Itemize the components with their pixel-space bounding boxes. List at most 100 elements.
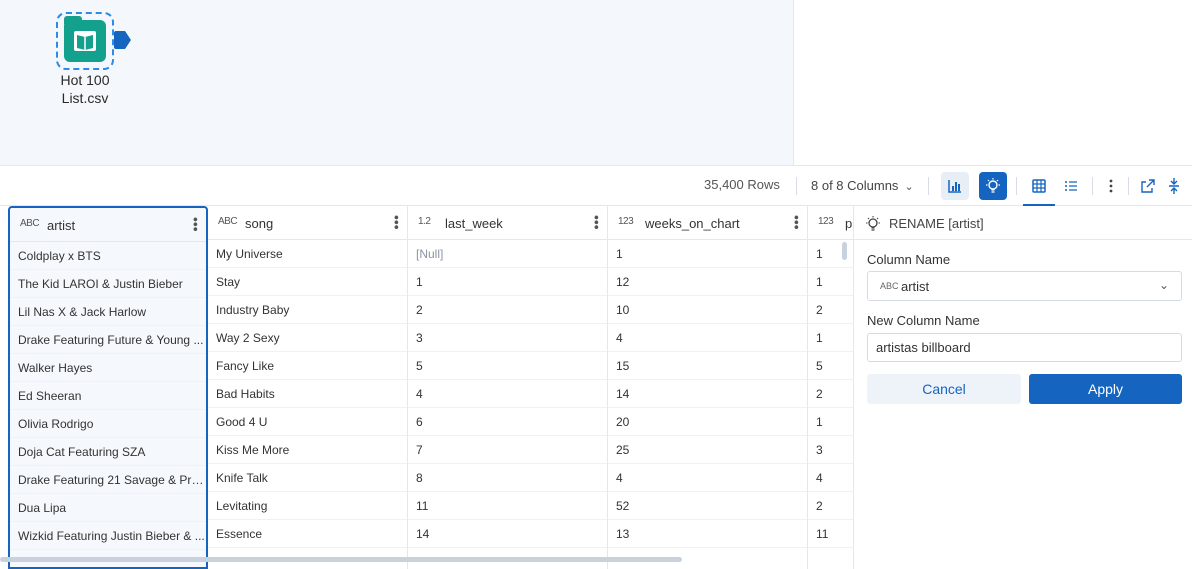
column-last-week[interactable]: 1.2 last_week ••• [Null] 1 2 3 5 4 6 7 8… <box>408 206 608 569</box>
table-cell[interactable]: Walker Hayes <box>10 354 206 382</box>
table-cell[interactable]: 5 <box>808 352 853 380</box>
table-cell[interactable]: 3 <box>808 436 853 464</box>
table-cell[interactable]: Lil Nas X & Jack Harlow <box>10 298 206 326</box>
table-cell[interactable]: 4 <box>608 464 807 492</box>
open-external-icon[interactable] <box>1134 172 1162 200</box>
column-header-label: artist <box>47 218 76 233</box>
table-cell[interactable]: Good 4 U <box>208 408 407 436</box>
table-cell[interactable]: Kiss Me More <box>208 436 407 464</box>
column-artist[interactable]: ABC artist ••• Coldplay x BTS The Kid LA… <box>8 206 208 569</box>
column-header[interactable]: ABC song ••• <box>208 206 407 240</box>
table-cell[interactable]: 6 <box>408 408 607 436</box>
column-header[interactable]: ABC artist ••• <box>10 208 206 242</box>
table-cell[interactable]: 5 <box>408 352 607 380</box>
table-cell[interactable]: 4 <box>808 464 853 492</box>
column-song[interactable]: ABC song ••• My Universe Stay Industry B… <box>208 206 408 569</box>
vertical-scrollbar[interactable] <box>842 242 847 260</box>
table-cell[interactable]: Wizkid Featuring Justin Bieber & ... <box>10 522 206 550</box>
column-menu-icon[interactable]: ••• <box>589 215 605 230</box>
table-cell[interactable]: [Null] <box>408 240 607 268</box>
apply-button[interactable]: Apply <box>1029 374 1182 404</box>
column-header-label: song <box>245 216 274 231</box>
table-cell[interactable]: 14 <box>408 520 607 548</box>
table-cell[interactable]: 1 <box>808 324 853 352</box>
column-header-label: weeks_on_chart <box>645 216 740 231</box>
table-cell[interactable]: 52 <box>608 492 807 520</box>
table-cell[interactable]: Stay <box>208 268 407 296</box>
column-menu-icon[interactable]: ••• <box>188 217 204 232</box>
list-view-icon[interactable] <box>1057 172 1085 200</box>
table-cell[interactable]: 7 <box>408 436 607 464</box>
grid-view-icon[interactable] <box>1025 172 1053 200</box>
column-p[interactable]: 123 p 1 1 2 1 5 2 1 3 4 2 11 <box>808 206 853 569</box>
collapse-icon[interactable] <box>1160 172 1188 200</box>
input-data-tool[interactable] <box>56 12 114 70</box>
table-cell[interactable]: 2 <box>808 380 853 408</box>
divider <box>1092 177 1093 195</box>
column-name-value: artist <box>901 279 930 294</box>
table-cell[interactable]: 12 <box>608 268 807 296</box>
table-cell[interactable]: 11 <box>808 520 853 548</box>
table-cell[interactable]: The Kid LAROI & Justin Bieber <box>10 270 206 298</box>
more-icon[interactable] <box>1097 172 1125 200</box>
table-cell[interactable]: 8 <box>408 464 607 492</box>
integer-type-icon: 123 <box>818 216 834 227</box>
table-cell[interactable]: Knife Talk <box>208 464 407 492</box>
table-cell[interactable]: 3 <box>408 324 607 352</box>
table-cell[interactable]: Essence <box>208 520 407 548</box>
divider <box>1016 177 1017 195</box>
bar-chart-icon[interactable] <box>941 172 969 200</box>
table-cell[interactable]: 1 <box>408 268 607 296</box>
panel-header: RENAME [artist] <box>854 206 1192 240</box>
columns-selector[interactable]: 8 of 8 Columns ⌄ <box>811 178 914 193</box>
table-cell[interactable]: 25 <box>608 436 807 464</box>
table-cell[interactable]: 15 <box>608 352 807 380</box>
divider <box>796 177 797 195</box>
table-cell[interactable]: Doja Cat Featuring SZA <box>10 438 206 466</box>
table-cell[interactable]: Ed Sheeran <box>10 382 206 410</box>
new-column-name-input[interactable] <box>867 333 1182 362</box>
workflow-canvas[interactable]: Hot 100 List.csv <box>0 0 793 166</box>
table-cell[interactable]: Way 2 Sexy <box>208 324 407 352</box>
table-cell[interactable]: 2 <box>808 296 853 324</box>
cancel-button[interactable]: Cancel <box>867 374 1021 404</box>
table-cell[interactable]: 1 <box>808 408 853 436</box>
table-cell[interactable]: 4 <box>408 380 607 408</box>
tool-label: Hot 100 List.csv <box>44 71 126 107</box>
table-cell[interactable]: 1 <box>808 268 853 296</box>
column-weeks-on-chart[interactable]: 123 weeks_on_chart ••• 1 12 10 4 15 14 2… <box>608 206 808 569</box>
table-cell[interactable]: Fancy Like <box>208 352 407 380</box>
table-cell[interactable]: Olivia Rodrigo <box>10 410 206 438</box>
string-type-icon: ABC <box>218 216 238 227</box>
column-menu-icon[interactable]: ••• <box>789 215 805 230</box>
output-anchor[interactable] <box>114 31 131 49</box>
table-cell[interactable]: Drake Featuring 21 Savage & Pro... <box>10 466 206 494</box>
table-cell[interactable]: 10 <box>608 296 807 324</box>
table-cell[interactable]: Levitating <box>208 492 407 520</box>
tool-label-line1: Hot 100 <box>60 72 110 88</box>
column-menu-icon[interactable]: ••• <box>389 215 405 230</box>
table-cell[interactable]: 11 <box>408 492 607 520</box>
table-cell[interactable]: 1 <box>608 240 807 268</box>
integer-type-icon: 123 <box>618 216 634 227</box>
table-cell[interactable]: Bad Habits <box>208 380 407 408</box>
table-cell[interactable]: 4 <box>608 324 807 352</box>
table-cell[interactable]: Coldplay x BTS <box>10 242 206 270</box>
table-cell[interactable]: 20 <box>608 408 807 436</box>
table-cell[interactable]: 2 <box>808 492 853 520</box>
column-name-select[interactable]: ABC artist ⌄ <box>867 271 1182 301</box>
table-cell[interactable]: Drake Featuring Future & Young ... <box>10 326 206 354</box>
horizontal-scrollbar[interactable] <box>0 557 682 562</box>
table-cell[interactable]: 2 <box>408 296 607 324</box>
lightbulb-icon[interactable] <box>979 172 1007 200</box>
column-header[interactable]: 123 p <box>808 206 853 240</box>
column-header[interactable]: 1.2 last_week ••• <box>408 206 607 240</box>
table-cell[interactable]: My Universe <box>208 240 407 268</box>
column-header[interactable]: 123 weeks_on_chart ••• <box>608 206 807 240</box>
table-cell[interactable]: 14 <box>608 380 807 408</box>
chevron-down-icon: ⌄ <box>904 181 914 193</box>
lightbulb-icon <box>866 216 880 231</box>
table-cell[interactable]: Dua Lipa <box>10 494 206 522</box>
table-cell[interactable]: Industry Baby <box>208 296 407 324</box>
table-cell[interactable]: 13 <box>608 520 807 548</box>
